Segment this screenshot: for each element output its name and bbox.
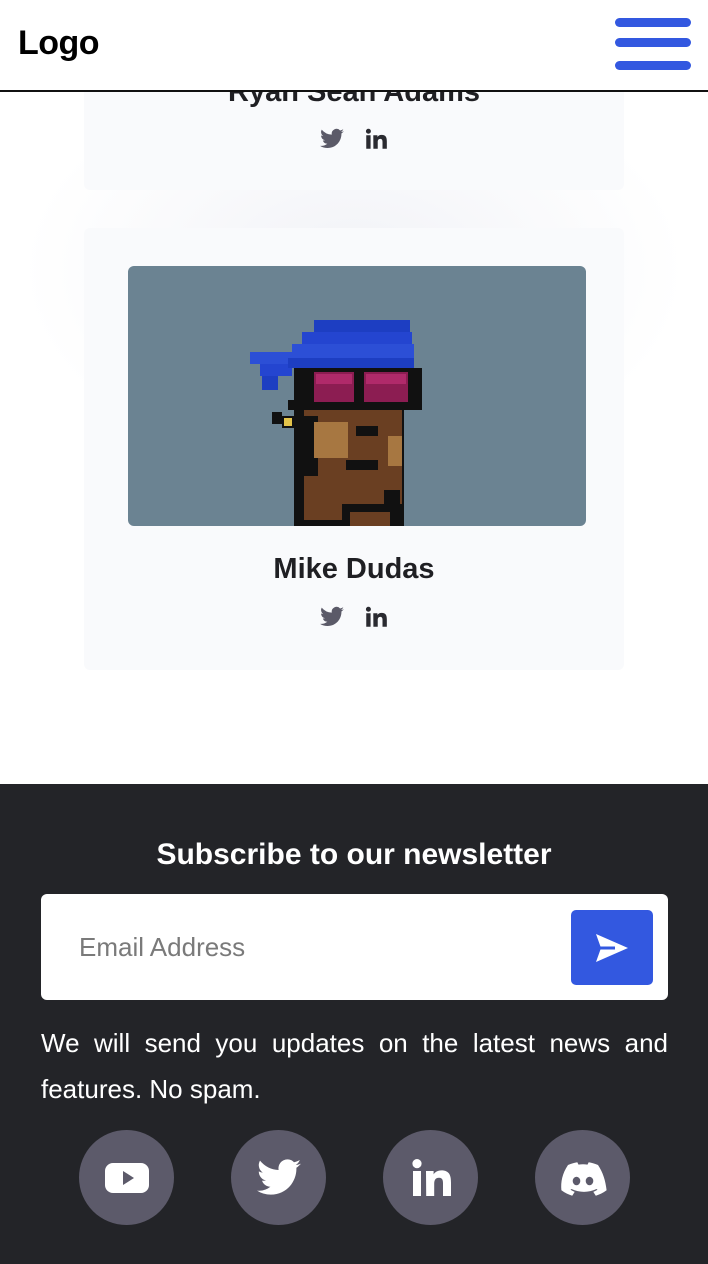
team-member-social <box>84 126 624 152</box>
menu-bar <box>615 38 691 47</box>
discord-link[interactable] <box>535 1130 630 1225</box>
linkedin-icon <box>365 606 387 627</box>
email-input[interactable] <box>79 922 539 972</box>
youtube-icon <box>104 1162 149 1193</box>
footer-social-links <box>79 1130 630 1226</box>
discord-icon <box>560 1161 607 1196</box>
twitter-link[interactable] <box>319 126 345 152</box>
linkedin-link[interactable] <box>363 604 389 630</box>
linkedin-link[interactable] <box>383 1130 478 1225</box>
subscribe-button[interactable] <box>571 910 653 985</box>
twitter-link[interactable] <box>319 604 345 630</box>
site-header: Logo <box>0 0 708 92</box>
menu-bar <box>615 18 691 27</box>
send-icon <box>596 933 628 962</box>
twitter-icon <box>320 128 344 148</box>
pixel-avatar-image <box>250 320 422 526</box>
team-card: Mike Dudas <box>84 228 624 670</box>
site-logo[interactable]: Logo <box>18 24 100 63</box>
menu-bar <box>615 61 691 70</box>
twitter-icon <box>256 1158 301 1195</box>
newsletter-title: Subscribe to our newsletter <box>156 838 552 871</box>
twitter-link[interactable] <box>231 1130 326 1225</box>
site-footer: Subscribe to our newsletter We will send… <box>0 784 708 1264</box>
linkedin-icon <box>365 128 387 149</box>
team-member-name: Mike Dudas <box>273 553 435 585</box>
linkedin-icon <box>411 1158 451 1196</box>
newsletter-form <box>41 894 668 1000</box>
youtube-link[interactable] <box>79 1130 174 1225</box>
team-member-social <box>84 604 624 630</box>
newsletter-note: We will send you updates on the latest n… <box>41 1028 668 1104</box>
twitter-icon <box>320 606 344 626</box>
hamburger-menu-button[interactable] <box>614 16 692 74</box>
team-member-avatar <box>128 266 586 526</box>
linkedin-link[interactable] <box>363 126 389 152</box>
